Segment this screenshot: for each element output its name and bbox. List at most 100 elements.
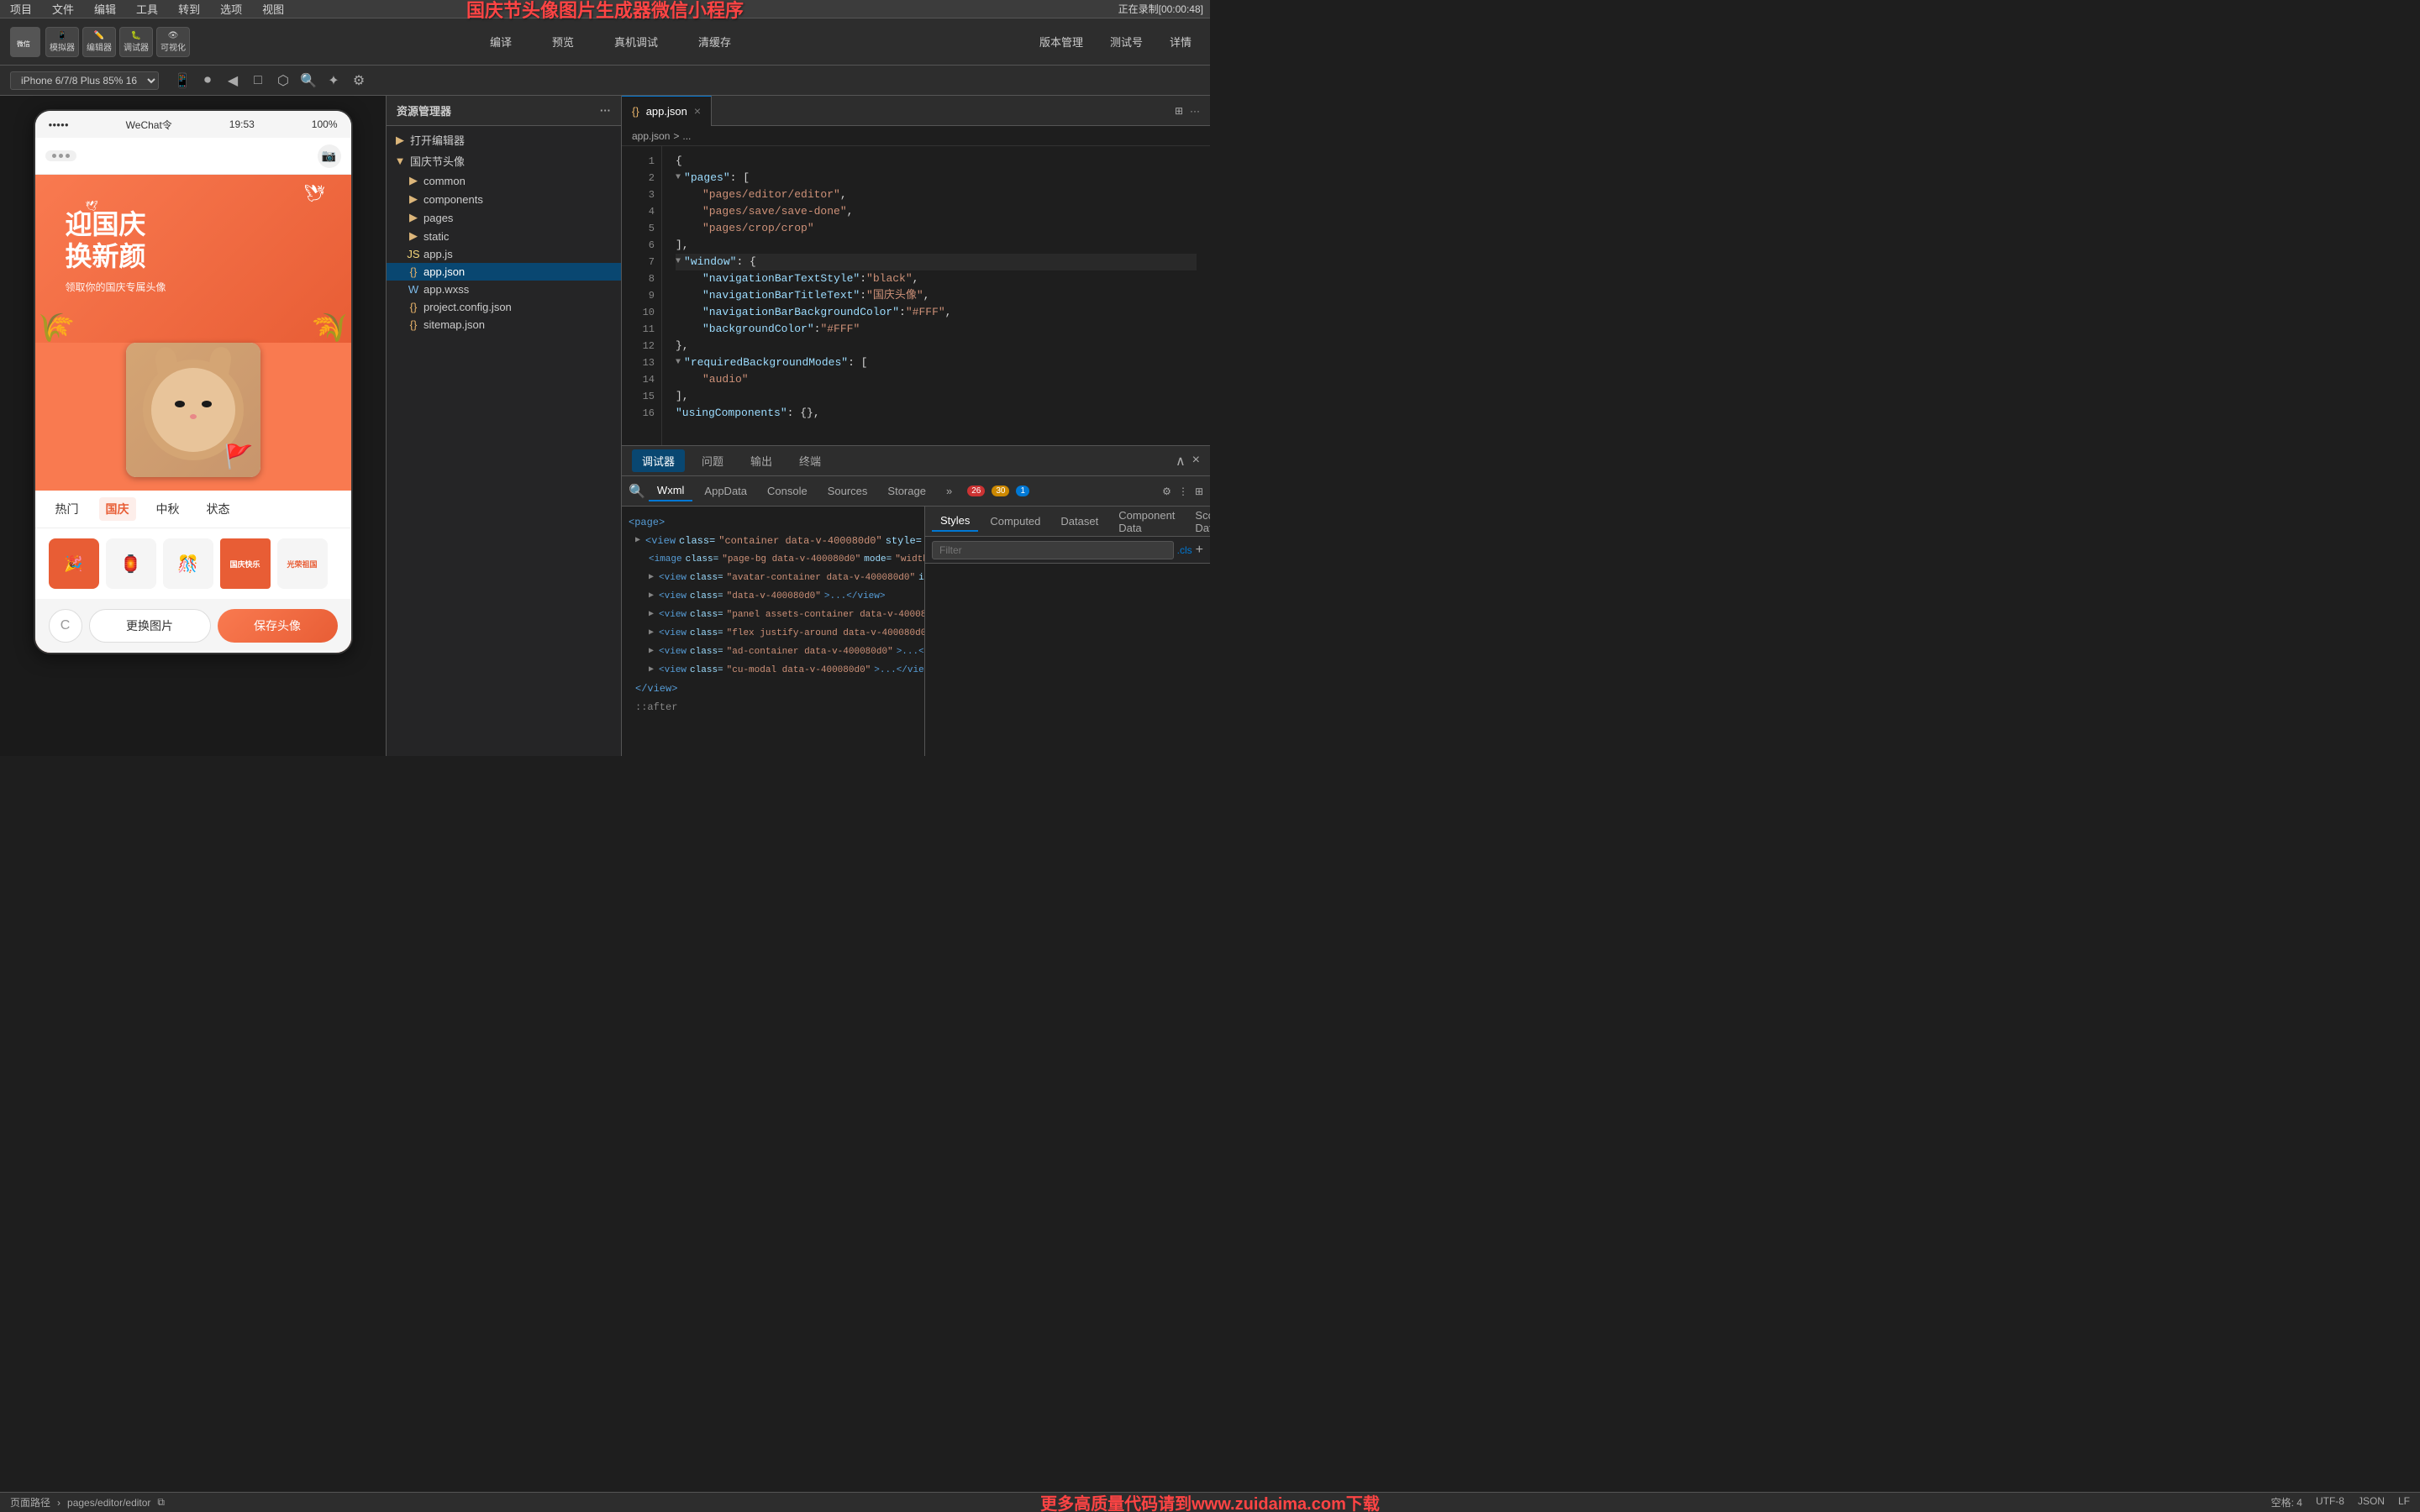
app-json-file[interactable]: {} app.json <box>387 263 621 281</box>
styles-tab-styles[interactable]: Styles <box>932 511 978 532</box>
home-icon[interactable]: □ <box>248 71 268 91</box>
styles-tab-component[interactable]: Component Data <box>1110 507 1183 538</box>
code-line-12: }, <box>676 338 1197 354</box>
avatar-frame[interactable]: 🚩 <box>126 343 260 477</box>
debugger-content: 🔍 Wxml AppData Console Sources Storage »… <box>622 476 1210 756</box>
nav-dots[interactable] <box>45 150 76 161</box>
tab-national-day[interactable]: 国庆 <box>99 497 136 521</box>
subtab-storage[interactable]: Storage <box>879 481 934 501</box>
menu-item-file[interactable]: 文件 <box>49 0 77 18</box>
wxml-page[interactable]: <page> <box>622 513 924 532</box>
rotate-icon[interactable]: ⬡ <box>273 71 293 91</box>
phone-icon[interactable]: 📱 <box>172 71 192 91</box>
debug-tab-terminal[interactable]: 终端 <box>789 449 831 472</box>
more-actions-icon[interactable]: ··· <box>600 104 611 117</box>
expand-icon[interactable]: ∧ <box>1176 453 1186 470</box>
back-icon[interactable]: ◀ <box>223 71 243 91</box>
debug-tab-issues[interactable]: 问题 <box>692 449 734 472</box>
wxml-avatar[interactable]: ▶ <view class="avatar-container data-v-4… <box>622 569 924 587</box>
copy-path-icon[interactable]: ⧉ <box>157 1496 165 1509</box>
settings-icon[interactable]: ⚙ <box>349 71 369 91</box>
change-image-button[interactable]: 更换图片 <box>89 609 211 643</box>
wxml-container[interactable]: ▶ <view class="container data-v-400080d0… <box>622 532 924 550</box>
save-avatar-button[interactable]: 保存头像 <box>218 609 338 643</box>
error-badge: 26 <box>967 486 985 496</box>
menu-item-tools[interactable]: 工具 <box>133 0 161 18</box>
sticker-0[interactable]: 🎉 <box>49 538 99 589</box>
subtab-sources[interactable]: Sources <box>819 481 876 501</box>
wxml-ad[interactable]: ▶ <view class="ad-container data-v-40008… <box>622 643 924 661</box>
wxml-data-view[interactable]: ▶ <view class="data-v-400080d0" >...</vi… <box>622 587 924 606</box>
filter-input[interactable] <box>932 541 1174 559</box>
clear-cache-btn[interactable]: 清缓存 <box>688 30 741 53</box>
menu-item-options[interactable]: 选项 <box>217 0 245 18</box>
styles-tab-scope[interactable]: Scope Data <box>1186 507 1210 538</box>
code-line-1: { <box>676 153 1197 170</box>
version-manage-btn[interactable]: 版本管理 <box>1031 30 1092 53</box>
record-icon[interactable]: ⏺ <box>197 71 218 91</box>
wxml-panel[interactable]: ▶ <view class="panel assets-container da… <box>622 606 924 624</box>
project-config-file[interactable]: {} project.config.json <box>387 298 621 316</box>
close-debugger-icon[interactable]: × <box>1192 453 1200 470</box>
subtab-wxml[interactable]: Wxml <box>649 480 693 501</box>
static-folder[interactable]: ▶ static <box>387 227 621 245</box>
expand-container[interactable]: ▶ <box>635 533 640 549</box>
menu-item-project[interactable]: 项目 <box>7 0 35 18</box>
common-folder[interactable]: ▶ common <box>387 171 621 190</box>
tab-close-btn[interactable]: × <box>694 104 701 118</box>
cls-filter[interactable]: .cls <box>1177 544 1192 556</box>
pages-folder[interactable]: ▶ pages <box>387 208 621 227</box>
sticker-2[interactable]: 🎊 <box>163 538 213 589</box>
debug-tab-debugger[interactable]: 调试器 <box>632 449 685 472</box>
device-selector[interactable]: iPhone 6/7/8 Plus 85% 16 <box>10 71 159 90</box>
add-style-btn[interactable]: + <box>1196 543 1203 558</box>
menu-item-goto[interactable]: 转到 <box>175 0 203 18</box>
test-number-btn[interactable]: 测试号 <box>1102 30 1151 53</box>
format-info: JSON <box>2358 1495 2385 1509</box>
menu-item-edit[interactable]: 编辑 <box>91 0 119 18</box>
open-editor-btn[interactable]: ▶ 打开编辑器 <box>387 129 621 150</box>
debug-more-icon[interactable]: ⋮ <box>1178 486 1188 497</box>
debug-tab-output[interactable]: 输出 <box>740 449 782 472</box>
refresh-button[interactable]: C <box>49 609 82 643</box>
subtab-appdata[interactable]: AppData <box>696 481 755 501</box>
debugger-mode[interactable]: 🐛 调试器 <box>119 27 153 57</box>
wxml-flex[interactable]: ▶ <view class="flex justify-around data-… <box>622 624 924 643</box>
debug-split-icon[interactable]: ⊞ <box>1195 486 1203 497</box>
split-icon[interactable]: ⊞ <box>1175 105 1183 117</box>
wxml-modal[interactable]: ▶ <view class="cu-modal data-v-400080d0"… <box>622 661 924 680</box>
tab-status[interactable]: 状态 <box>200 497 237 521</box>
wxml-image[interactable]: <image class="page-bg data-v-400080d0" m… <box>622 550 924 569</box>
search-icon[interactable]: 🔍 <box>298 71 318 91</box>
sticker-1[interactable]: 🏮 <box>106 538 156 589</box>
sitemap-file[interactable]: {} sitemap.json <box>387 316 621 333</box>
styles-tab-dataset[interactable]: Dataset <box>1052 512 1107 531</box>
sticker-3[interactable]: 国庆快乐 <box>220 538 271 589</box>
nav-camera[interactable]: 📷 <box>318 144 341 168</box>
visual-mode[interactable]: 👁 可视化 <box>156 27 190 57</box>
subtab-more[interactable]: » <box>938 481 960 501</box>
simulator-mode[interactable]: 📱 模拟器 <box>45 27 79 57</box>
toolbar-right: 版本管理 测试号 详情 <box>1031 30 1200 53</box>
components-folder[interactable]: ▶ components <box>387 190 621 208</box>
editor-tab-app-json[interactable]: {} app.json × <box>622 96 712 126</box>
network-icon[interactable]: ✦ <box>324 71 344 91</box>
preview-btn[interactable]: 预览 <box>542 30 584 53</box>
menu-item-view[interactable]: 视图 <box>259 0 287 18</box>
more-icon[interactable]: ··· <box>1190 105 1200 117</box>
phone-nav-bar: 📷 <box>35 138 351 175</box>
app-wxss-file[interactable]: W app.wxss <box>387 281 621 298</box>
compile-btn[interactable]: 编译 <box>480 30 522 53</box>
styles-tab-computed[interactable]: Computed <box>981 512 1049 531</box>
editor-mode[interactable]: ✏️ 编辑器 <box>82 27 116 57</box>
project-folder[interactable]: ▼ 国庆节头像 <box>387 150 621 171</box>
app-js-file[interactable]: JS app.js <box>387 245 621 263</box>
real-debug-btn[interactable]: 真机调试 <box>604 30 668 53</box>
detail-btn[interactable]: 详情 <box>1161 30 1200 53</box>
subtab-console[interactable]: Console <box>759 481 816 501</box>
code-editor[interactable]: { ▼"pages": [ "pages/editor/editor", "pa… <box>662 146 1210 445</box>
tab-hot[interactable]: 热门 <box>49 497 86 521</box>
debug-settings-icon[interactable]: ⚙ <box>1162 486 1171 497</box>
tab-mid-autumn[interactable]: 中秋 <box>150 497 187 521</box>
sticker-4[interactable]: 光荣祖国 <box>277 538 328 589</box>
